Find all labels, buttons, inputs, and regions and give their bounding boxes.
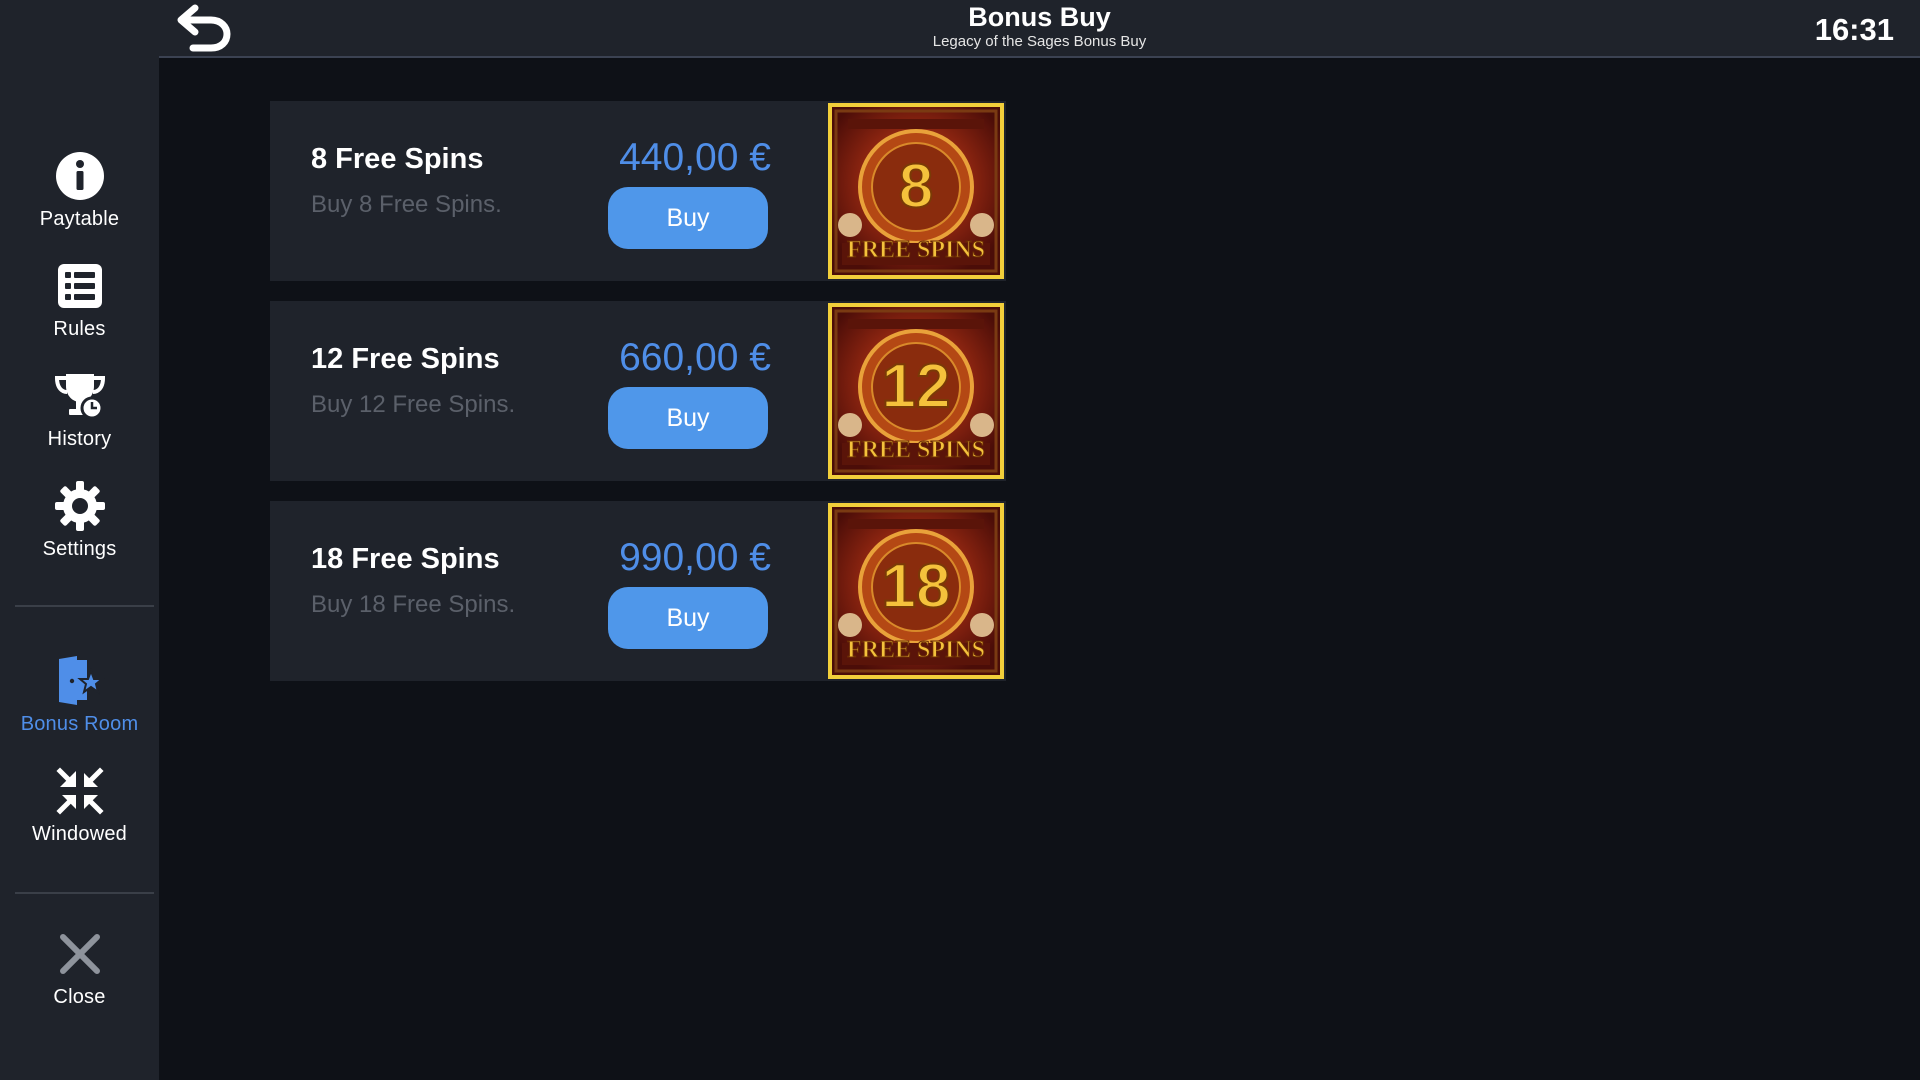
sidebar-item-label: Paytable	[39, 208, 120, 230]
page-subtitle: Legacy of the Sages Bonus Buy	[932, 33, 1147, 50]
door-star-icon	[54, 655, 106, 707]
offer-description: Buy 12 Free Spins.	[311, 391, 516, 418]
free-spins-caption: FREE SPINS	[847, 437, 985, 463]
free-spins-number: 8	[899, 152, 933, 221]
sidebar-item-rules[interactable]: Rules	[0, 260, 159, 341]
free-spins-number: 18	[882, 552, 951, 621]
sidebar-item-label: Settings	[42, 538, 117, 560]
sidebar: Paytable Rules History Settings Bonus Ro…	[0, 0, 159, 1080]
offer-price: 660,00 €	[619, 336, 771, 379]
trophy-clock-icon	[54, 370, 106, 422]
offer-price: 990,00 €	[619, 536, 771, 579]
info-icon	[54, 150, 106, 202]
sidebar-item-bonus-room[interactable]: Bonus Room	[0, 655, 159, 736]
free-spins-image: 8 FREE SPINS	[828, 103, 1004, 279]
sidebar-item-settings[interactable]: Settings	[0, 480, 159, 561]
free-spins-image: 12 FREE SPINS	[828, 303, 1004, 479]
offer-title: 18 Free Spins	[311, 543, 500, 575]
sidebar-divider	[15, 605, 154, 607]
free-spins-image: 18 FREE SPINS	[828, 503, 1004, 679]
buy-button[interactable]: Buy	[608, 587, 768, 649]
offer-description: Buy 8 Free Spins.	[311, 191, 502, 218]
offer-card: 18 Free Spins Buy 18 Free Spins. 990,00 …	[270, 501, 1006, 681]
offer-price: 440,00 €	[619, 136, 771, 179]
page-title: Bonus Buy	[968, 2, 1111, 32]
gear-icon	[54, 480, 106, 532]
sidebar-item-label: Rules	[53, 318, 106, 340]
offer-title: 12 Free Spins	[311, 343, 500, 375]
buy-button[interactable]: Buy	[608, 387, 768, 449]
sidebar-item-close[interactable]: Close	[0, 928, 159, 1009]
free-spins-caption: FREE SPINS	[847, 637, 985, 663]
clock: 16:31	[1814, 12, 1894, 47]
free-spins-number: 12	[882, 352, 951, 421]
offer-description: Buy 18 Free Spins.	[311, 591, 516, 618]
header: Bonus Buy Legacy of the Sages Bonus Buy …	[159, 0, 1920, 58]
bonus-buy-list: 8 Free Spins Buy 8 Free Spins. 440,00 € …	[159, 60, 1920, 1080]
sidebar-item-label: Close	[53, 986, 106, 1008]
list-icon	[54, 260, 106, 312]
compress-icon	[54, 765, 106, 817]
close-icon	[54, 928, 106, 980]
sidebar-divider	[15, 892, 154, 894]
sidebar-item-label: Bonus Room	[20, 713, 139, 735]
sidebar-item-paytable[interactable]: Paytable	[0, 150, 159, 231]
buy-button[interactable]: Buy	[608, 187, 768, 249]
sidebar-item-label: History	[47, 428, 112, 450]
offer-title: 8 Free Spins	[311, 143, 484, 175]
free-spins-caption: FREE SPINS	[847, 237, 985, 263]
sidebar-item-windowed[interactable]: Windowed	[0, 765, 159, 846]
offer-card: 12 Free Spins Buy 12 Free Spins. 660,00 …	[270, 301, 1006, 481]
sidebar-item-history[interactable]: History	[0, 370, 159, 451]
offer-card: 8 Free Spins Buy 8 Free Spins. 440,00 € …	[270, 101, 1006, 281]
sidebar-item-label: Windowed	[32, 823, 127, 845]
